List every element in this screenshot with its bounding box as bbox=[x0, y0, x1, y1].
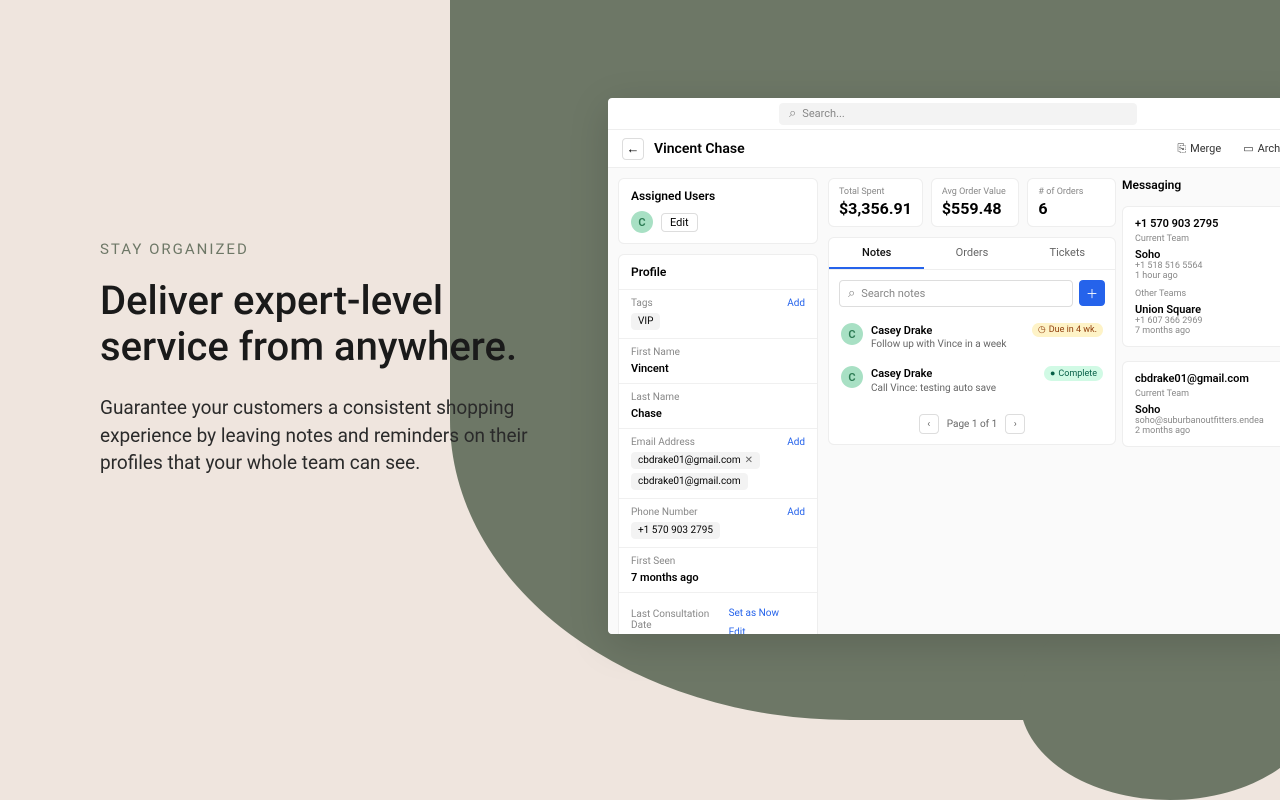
complete-badge: ● Complete bbox=[1044, 366, 1103, 381]
current-team-label: Current Team bbox=[1135, 389, 1280, 399]
merge-icon bbox=[1177, 142, 1186, 156]
assigned-users-label: Assigned Users bbox=[631, 189, 805, 203]
set-as-now-link[interactable]: Set as Now bbox=[729, 608, 779, 619]
last-consult-label: Last Consultation Date bbox=[631, 609, 729, 631]
stat-aov: Avg Order Value $559.48 bbox=[931, 178, 1020, 227]
note-item[interactable]: C Casey Drake ◷ Due in 4 wk. Follow up w… bbox=[829, 317, 1115, 360]
search-placeholder: Search... bbox=[802, 107, 845, 120]
tags-label: Tags bbox=[631, 298, 653, 309]
edit-consult-link[interactable]: Edit bbox=[729, 627, 746, 634]
page-indicator: Page 1 of 1 bbox=[947, 419, 997, 430]
search-input[interactable]: Search... bbox=[779, 103, 1137, 125]
note-author: Casey Drake bbox=[871, 324, 932, 337]
tab-tickets[interactable]: Tickets bbox=[1020, 238, 1115, 269]
add-phone-link[interactable]: Add bbox=[787, 507, 805, 518]
notes-card: Notes Orders Tickets Search notes ＋ C C bbox=[828, 237, 1116, 445]
stats-row: Total Spent $3,356.91 Avg Order Value $5… bbox=[828, 178, 1116, 227]
eyebrow: STAY ORGANIZED bbox=[100, 240, 560, 258]
add-email-link[interactable]: Add bbox=[787, 437, 805, 448]
body-copy: Guarantee your customers a consistent sh… bbox=[100, 394, 560, 477]
edit-assigned-button[interactable]: Edit bbox=[661, 213, 698, 232]
due-badge: ◷ Due in 4 wk. bbox=[1032, 323, 1103, 337]
search-icon bbox=[848, 286, 855, 301]
stat-total-spent: Total Spent $3,356.91 bbox=[828, 178, 923, 227]
merge-button[interactable]: Merge bbox=[1177, 142, 1221, 156]
messaging-email: cbdrake01@gmail.com bbox=[1135, 372, 1280, 385]
note-author: Casey Drake bbox=[871, 367, 932, 380]
team-name[interactable]: Soho bbox=[1135, 403, 1280, 416]
add-tag-link[interactable]: Add bbox=[787, 298, 805, 309]
archive-button[interactable]: Archive bbox=[1243, 142, 1280, 155]
customer-name: Vincent Chase bbox=[654, 141, 745, 157]
messaging-email-card: cbdrake01@gmail.com Current Team Soho so… bbox=[1122, 361, 1280, 447]
team-name[interactable]: Union Square bbox=[1135, 303, 1280, 316]
avatar[interactable]: C bbox=[631, 211, 653, 233]
messaging-title: Messaging bbox=[1122, 178, 1280, 192]
prev-page-button[interactable]: ‹ bbox=[919, 414, 939, 434]
notes-search-input[interactable]: Search notes bbox=[839, 280, 1073, 307]
first-seen-value: 7 months ago bbox=[631, 571, 805, 584]
first-seen-label: First Seen bbox=[631, 556, 805, 567]
app-window: Search... Vincent Chase Merge Archive As… bbox=[608, 98, 1280, 634]
tag-chip[interactable]: VIP bbox=[631, 313, 660, 330]
messaging-phone-card: +1 570 903 2795 Current Team Soho +1 518… bbox=[1122, 206, 1280, 347]
team-name[interactable]: Soho bbox=[1135, 248, 1280, 261]
first-name-value: Vincent bbox=[631, 362, 805, 375]
current-team-label: Current Team bbox=[1135, 234, 1280, 244]
tab-notes[interactable]: Notes bbox=[829, 238, 924, 269]
email-chip[interactable]: cbdrake01@gmail.com ✕ bbox=[631, 452, 760, 469]
remove-email-icon[interactable]: ✕ bbox=[745, 455, 753, 466]
avatar: C bbox=[841, 323, 863, 345]
first-name-label: First Name bbox=[631, 347, 805, 358]
next-page-button[interactable]: › bbox=[1005, 414, 1025, 434]
customer-header: Vincent Chase Merge Archive bbox=[608, 130, 1280, 168]
archive-icon bbox=[1243, 142, 1253, 155]
add-note-button[interactable]: ＋ bbox=[1079, 280, 1105, 306]
profile-title: Profile bbox=[619, 255, 817, 289]
top-bar: Search... bbox=[608, 98, 1280, 130]
headline: Deliver expert-level service from anywhe… bbox=[100, 278, 560, 370]
note-item[interactable]: C Casey Drake ● Complete Call Vince: tes… bbox=[829, 360, 1115, 404]
back-button[interactable] bbox=[622, 138, 644, 160]
last-name-value: Chase bbox=[631, 407, 805, 420]
other-teams-label: Other Teams bbox=[1135, 289, 1280, 299]
email-chip[interactable]: cbdrake01@gmail.com bbox=[631, 473, 748, 490]
phone-chip[interactable]: +1 570 903 2795 bbox=[631, 522, 720, 539]
email-label: Email Address bbox=[631, 437, 695, 448]
phone-label: Phone Number bbox=[631, 507, 698, 518]
messaging-phone: +1 570 903 2795 bbox=[1135, 217, 1280, 230]
avatar: C bbox=[841, 366, 863, 388]
pager: ‹ Page 1 of 1 › bbox=[829, 404, 1115, 444]
last-name-label: Last Name bbox=[631, 392, 805, 403]
search-icon bbox=[789, 106, 796, 121]
profile-card: Profile Tags Add VIP First Name Vincent … bbox=[618, 254, 818, 634]
note-text: Follow up with Vince in a week bbox=[871, 339, 1103, 350]
stat-orders: # of Orders 6 bbox=[1027, 178, 1116, 227]
tab-orders[interactable]: Orders bbox=[924, 238, 1019, 269]
assigned-users-card: Assigned Users C Edit bbox=[618, 178, 818, 244]
marketing-copy: STAY ORGANIZED Deliver expert-level serv… bbox=[100, 240, 560, 477]
note-text: Call Vince: testing auto save bbox=[871, 383, 1103, 394]
